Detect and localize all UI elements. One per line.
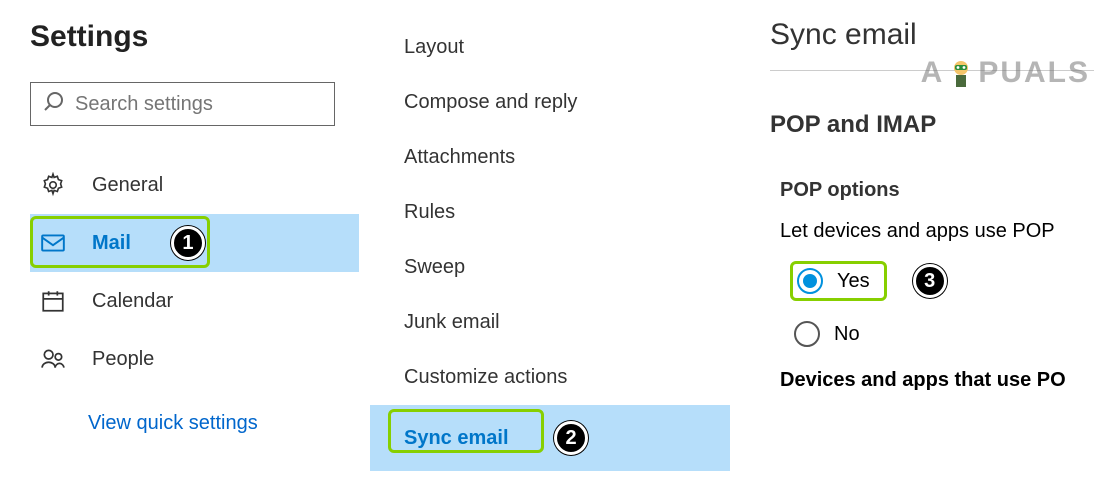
content-header: Sync email xyxy=(770,18,1094,52)
subnav-item-rules[interactable]: Rules xyxy=(370,185,730,240)
subnav-item-compose[interactable]: Compose and reply xyxy=(370,75,730,130)
search-input-container[interactable] xyxy=(30,82,335,126)
section-pop-imap: POP and IMAP xyxy=(770,111,1094,139)
radio-circle-icon xyxy=(797,268,823,294)
subnav-item-junk[interactable]: Junk email xyxy=(370,295,730,350)
radio-no[interactable]: No xyxy=(790,317,874,351)
annotation-badge-3: 3 xyxy=(913,264,947,298)
page-title: Settings xyxy=(30,20,359,54)
radio-circle-icon xyxy=(794,321,820,347)
sidebar-item-label: People xyxy=(92,348,154,371)
watermark-mascot-icon xyxy=(946,58,976,88)
pop-description: Let devices and apps use POP xyxy=(780,220,1094,243)
sidebar-item-general[interactable]: General xyxy=(30,156,359,214)
mail-subnav: Layout Compose and reply Attachments Rul… xyxy=(370,0,730,504)
mail-icon xyxy=(40,230,66,256)
watermark-logo: A PUALS xyxy=(921,56,1090,90)
view-quick-settings-link[interactable]: View quick settings xyxy=(88,412,258,435)
sidebar-item-label: Calendar xyxy=(92,290,173,313)
content-pane: Sync email A PUALS POP and IMAP POP opti… xyxy=(730,0,1094,504)
subnav-item-sync-email[interactable]: Sync email 2 xyxy=(370,405,730,471)
radio-label: Yes xyxy=(837,270,870,293)
annotation-badge-2: 2 xyxy=(554,421,588,455)
sidebar-item-label: General xyxy=(92,174,163,197)
sidebar-item-mail[interactable]: Mail 1 xyxy=(30,214,359,272)
subnav-item-layout[interactable]: Layout xyxy=(370,20,730,75)
subnav-item-label: Sync email xyxy=(404,427,509,449)
search-input[interactable] xyxy=(75,93,324,116)
settings-sidebar: Settings General Mail 1 Calendar People … xyxy=(0,0,370,504)
radio-dot-icon xyxy=(803,274,817,288)
subnav-item-sweep[interactable]: Sweep xyxy=(370,240,730,295)
gear-icon xyxy=(40,172,66,198)
people-icon xyxy=(40,346,66,372)
radio-row-yes: Yes 3 xyxy=(790,261,1094,301)
radio-label: No xyxy=(834,323,860,346)
sidebar-item-people[interactable]: People xyxy=(30,330,359,388)
search-icon xyxy=(41,90,75,119)
sidebar-item-calendar[interactable]: Calendar xyxy=(30,272,359,330)
subnav-item-attachments[interactable]: Attachments xyxy=(370,130,730,185)
devices-apps-text: Devices and apps that use PO xyxy=(780,369,1094,392)
subnav-item-customize[interactable]: Customize actions xyxy=(370,350,730,405)
radio-row-no: No xyxy=(790,317,1094,351)
pop-options-title: POP options xyxy=(780,179,1094,202)
sidebar-item-label: Mail xyxy=(92,232,131,255)
calendar-icon xyxy=(40,288,66,314)
radio-yes[interactable]: Yes xyxy=(790,261,887,301)
